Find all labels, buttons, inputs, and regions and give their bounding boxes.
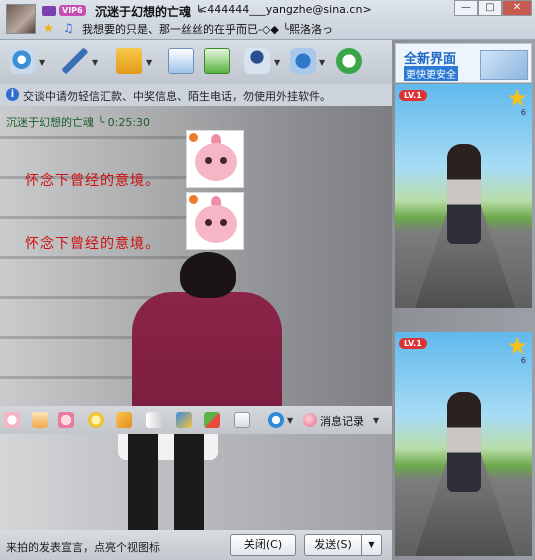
- send-options-chevron-icon[interactable]: ▼: [362, 534, 382, 556]
- emoticon-badge-icon: [189, 195, 198, 204]
- promo-link[interactable]: 来拍的发表宣言，点亮个视图标: [6, 539, 160, 555]
- favorite-star-icon[interactable]: ★: [506, 334, 528, 358]
- remote-assist-icon[interactable]: [244, 48, 270, 74]
- emoticon-face-icon: [195, 205, 237, 243]
- peach-emoticon-icon: [186, 130, 244, 188]
- bottom-bar: 来拍的发表宣言，点亮个视图标 关闭(C) 发送(S) ▼: [0, 530, 392, 560]
- level-badge: LV.1: [399, 338, 427, 349]
- add-member-icon[interactable]: [204, 48, 230, 74]
- sms-icon[interactable]: [168, 48, 194, 74]
- bow-icon[interactable]: [146, 412, 162, 428]
- chevron-down-icon[interactable]: ▼: [274, 58, 280, 67]
- chevron-down-icon[interactable]: ▼: [39, 58, 45, 67]
- chevron-down-icon[interactable]: ▼: [146, 58, 152, 67]
- folder-icon[interactable]: [116, 48, 142, 74]
- bear-emoticon-icon[interactable]: [4, 412, 20, 428]
- microphone-icon[interactable]: [62, 48, 88, 74]
- chevron-down-icon[interactable]: ▼: [287, 416, 293, 425]
- banner-subtitle: 更快更安全: [404, 66, 458, 81]
- chevron-down-icon[interactable]: ▼: [319, 58, 325, 67]
- star-icon: ★: [43, 21, 54, 35]
- show-card[interactable]: LV.1 ★ 6: [395, 84, 532, 308]
- message-history-button[interactable]: 消息记录: [320, 413, 364, 429]
- favorite-star-icon[interactable]: ★: [506, 86, 528, 110]
- chevron-down-icon[interactable]: ▼: [373, 416, 379, 425]
- music-note-icon: ♫: [63, 21, 74, 35]
- show-figure: [447, 392, 481, 492]
- magic-emoticon-icon[interactable]: [58, 412, 74, 428]
- background-figure-legs: [128, 434, 208, 530]
- gift-icon[interactable]: [204, 412, 220, 428]
- background-figure-head: [180, 252, 236, 298]
- security-notice: i 交谈中请勿轻信汇款、中奖信息、陌生电话，勿使用外挂软件。: [0, 84, 392, 106]
- new-ui-banner[interactable]: 全新界面 更快更安全: [395, 43, 532, 83]
- emoticon-eye-icon: [205, 219, 212, 226]
- close-button[interactable]: 关闭(C): [230, 534, 296, 556]
- emoticon-face-icon: [195, 143, 237, 181]
- sticker-icon[interactable]: [32, 412, 48, 428]
- vip-badge: VIP6: [59, 5, 86, 16]
- chat-message: 怀念下曾经的意境。: [25, 236, 160, 252]
- side-panel: 全新界面 更快更安全 LV.1 ★ 6 LV.1 ★ 6: [392, 40, 535, 560]
- security-icon[interactable]: [336, 48, 362, 74]
- maximize-button[interactable]: □: [478, 0, 502, 16]
- star-count: 6: [520, 356, 526, 365]
- emoticon-eye-icon: [220, 219, 227, 226]
- smiley-icon[interactable]: [88, 412, 104, 428]
- history-icon[interactable]: [303, 413, 317, 427]
- message-input[interactable]: [0, 434, 392, 530]
- star-count: 6: [520, 108, 526, 117]
- background-stripe: [0, 256, 210, 259]
- message-meta: 沉迷于幻想的亡魂 ╰ 0:25:30: [6, 116, 151, 129]
- thumbs-up-icon[interactable]: [116, 412, 132, 428]
- emoticon-badge-icon: [189, 133, 198, 142]
- banner-title: 全新界面: [404, 52, 457, 67]
- send-button[interactable]: 发送(S): [304, 534, 362, 556]
- background-stripe: [0, 136, 210, 139]
- contact-nickname[interactable]: 沉迷于幻想的亡魂 ╰: [95, 3, 202, 20]
- notice-text: 交谈中请勿轻信汇款、中奖信息、陌生电话，勿使用外挂软件。: [23, 90, 331, 103]
- chevron-down-icon[interactable]: ▼: [92, 58, 98, 67]
- chat-toolbar: ▼ ▼ ▼ ▼ ▼: [0, 40, 392, 84]
- window-preview-icon: [480, 50, 528, 80]
- emoticon-eye-icon: [205, 157, 212, 164]
- screenshot-icon[interactable]: [234, 412, 250, 428]
- peach-emoticon-icon: [186, 192, 244, 250]
- show-figure: [447, 144, 481, 244]
- title-bar: VIP6 沉迷于幻想的亡魂 ╰ <444444___yangzhe@sina.c…: [0, 0, 535, 40]
- app-settings-icon[interactable]: [290, 48, 316, 74]
- contact-email: <444444___yangzhe@sina.cn>: [198, 3, 372, 16]
- background-stripe: [0, 216, 210, 219]
- info-icon: i: [6, 88, 19, 101]
- input-toolbar: ▼ 消息记录 ▼: [0, 406, 392, 434]
- video-call-icon[interactable]: [10, 48, 36, 74]
- level-badge: LV.1: [399, 90, 427, 101]
- music-icon[interactable]: [176, 412, 192, 428]
- emoticon-eye-icon: [220, 157, 227, 164]
- close-window-button[interactable]: ✕: [502, 0, 532, 16]
- security-scan-icon[interactable]: [268, 412, 284, 428]
- avatar[interactable]: [6, 4, 36, 34]
- background-figure: [132, 292, 282, 406]
- qq-level-icon: [42, 6, 56, 16]
- message-area[interactable]: 沉迷于幻想的亡魂 ╰ 0:25:30 怀念下曾经的意境。 怀念下曾经的意境。: [0, 106, 392, 406]
- contact-signature: 我想要的只是、那一丝丝的在乎而已-◇◆ ╰熙洛洛っ: [82, 23, 334, 36]
- minimize-button[interactable]: —: [454, 0, 478, 16]
- show-card[interactable]: LV.1 ★ 6: [395, 332, 532, 556]
- chat-message: 怀念下曾经的意境。: [25, 173, 160, 189]
